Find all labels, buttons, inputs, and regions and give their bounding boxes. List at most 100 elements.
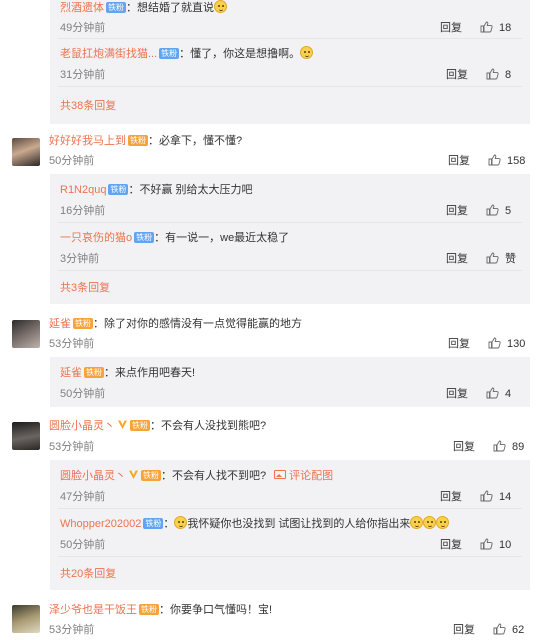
comment-time: 50分钟前: [49, 155, 95, 167]
comment-text: ：除了对你的感情没有一点觉得能赢的地方: [93, 318, 302, 330]
comment-time: 53分钟前: [49, 338, 95, 350]
fan-badge: 铁粉: [139, 604, 159, 615]
view-more-replies-link[interactable]: 共20条回复: [60, 567, 116, 581]
reply-text: ：有一说一，we最近太稳了: [154, 232, 290, 244]
fan-badge: 铁粉: [84, 367, 104, 378]
smile-emoji-icon: [174, 516, 188, 529]
reply-button[interactable]: 回复: [440, 490, 462, 504]
reply-time: 47分钟前: [60, 491, 106, 503]
like-count: 18: [499, 22, 512, 34]
divider: [58, 86, 522, 87]
fan-badge: 铁粉: [128, 135, 148, 146]
avatar[interactable]: [12, 422, 40, 450]
reply-button[interactable]: 回复: [446, 204, 468, 218]
reply-author[interactable]: 圆脸小晶灵丶: [60, 470, 126, 482]
reply-button[interactable]: 回复: [446, 387, 468, 401]
iron-fan-badge: 铁粉: [143, 518, 164, 529]
avatar[interactable]: [12, 138, 40, 166]
comment-item: 泽少爷也是干饭王 铁粉 ：你要争口气懂吗！宝! 53分钟前 回复 62: [0, 602, 540, 642]
iron-fan-badge: 铁粉: [159, 48, 180, 59]
reply-thread-top: 烈酒遗体 铁粉 ：想结婚了就直说 49分钟前 回复 18 老鼠扛炮满街找猫... 铁粉…: [50, 0, 530, 124]
like-button[interactable]: 89: [493, 440, 524, 454]
thumbs-up-icon: [480, 490, 493, 502]
fan-badge: 铁粉: [73, 318, 93, 329]
divider: [58, 556, 522, 557]
like-count: 10: [499, 539, 512, 551]
reply-button[interactable]: 回复: [453, 440, 475, 454]
image-icon: [274, 470, 287, 479]
divider: [58, 222, 522, 223]
avatar[interactable]: [12, 605, 40, 633]
comment-text: ：不会有人没找到熊吧?: [150, 420, 267, 432]
thumbs-up-icon: [486, 204, 499, 216]
reply-button[interactable]: 回复: [440, 21, 462, 35]
avatar[interactable]: [12, 320, 40, 348]
reply-text: ：不会有人找不到吧?: [161, 470, 267, 482]
thumbs-up-icon: [486, 68, 499, 80]
reply-author[interactable]: 一只哀伤的猫o: [60, 232, 132, 244]
comment-author[interactable]: 圆脸小晶灵丶: [49, 420, 115, 432]
smile-emoji-icon: [410, 516, 424, 529]
reply-button[interactable]: 回复: [446, 252, 468, 266]
reply-author[interactable]: 延雀: [60, 367, 82, 379]
like-button[interactable]: 8: [486, 68, 511, 82]
reply-author[interactable]: 烈酒遗体: [60, 2, 104, 14]
like-button[interactable]: 10: [480, 538, 511, 552]
reply-thread: 延雀 铁粉 ：来点作用吧春天! 50分钟前 回复 4: [50, 357, 530, 407]
comment-author[interactable]: 好好好我马上到: [49, 135, 126, 147]
reply-button[interactable]: 回复: [446, 68, 468, 82]
comment-image-link[interactable]: 评论配图: [289, 470, 333, 482]
reply-author[interactable]: R1N2quq: [60, 184, 106, 196]
thumbs-up-icon: [493, 623, 506, 635]
reply-time: 16分钟前: [60, 205, 106, 217]
like-button[interactable]: 14: [480, 490, 511, 504]
like-button[interactable]: 130: [488, 337, 525, 351]
like-count: 赞: [505, 253, 516, 265]
reply-button[interactable]: 回复: [448, 337, 470, 351]
thumbs-up-icon: [486, 252, 499, 264]
comment-time: 53分钟前: [49, 441, 95, 453]
fan-badge: 铁粉: [130, 420, 150, 431]
thumbs-up-icon: [488, 154, 501, 166]
reply-button[interactable]: 回复: [448, 154, 470, 168]
like-button[interactable]: 18: [480, 21, 511, 35]
comment-item: 延雀 铁粉 ：除了对你的感情没有一点觉得能赢的地方 53分钟前 回复 130 延雀铁…: [0, 316, 540, 410]
reply-thread: 圆脸小晶灵丶铁粉 ：不会有人找不到吧? 评论配图 47分钟前 回复 14 Whopp…: [50, 460, 530, 590]
thumbs-up-icon: [493, 440, 506, 452]
reply-time: 31分钟前: [60, 69, 106, 81]
comment-item: 圆脸小晶灵丶 铁粉 ：不会有人没找到熊吧? 53分钟前 回复 89 圆脸小晶灵丶 铁粉…: [0, 418, 540, 594]
smile-emoji-icon: [423, 516, 437, 529]
reply-time: 50分钟前: [60, 388, 106, 400]
vip-v-icon: [129, 470, 138, 479]
reply-time: 50分钟前: [60, 539, 106, 551]
reply-button[interactable]: 回复: [440, 538, 462, 552]
reply-text: ：不好赢 别给太大压力吧: [128, 184, 253, 196]
like-count: 14: [499, 491, 512, 503]
comment-author[interactable]: 泽少爷也是干饭王: [49, 604, 137, 616]
view-more-replies-link[interactable]: 共38条回复: [60, 99, 116, 113]
like-button[interactable]: 赞: [486, 252, 516, 266]
divider: [58, 38, 522, 39]
thumbs-up-icon: [480, 21, 493, 33]
reply-button[interactable]: 回复: [453, 623, 475, 637]
comment-text: ：必拿下，懂不懂?: [148, 135, 243, 147]
reply-text: ：懂了，你这是想撸啊。: [179, 48, 301, 60]
like-button[interactable]: 62: [493, 623, 524, 637]
reply-author[interactable]: Whopper202002: [60, 518, 141, 530]
thumbs-up-icon: [486, 387, 499, 399]
thumbs-up-icon: [488, 337, 501, 349]
reply-text: ：想结婚了就直说: [126, 2, 214, 14]
like-count: 8: [505, 69, 512, 81]
view-more-replies-link[interactable]: 共3条回复: [60, 281, 110, 295]
divider: [58, 508, 522, 509]
comment-text: ：你要争口气懂吗！宝!: [159, 604, 273, 616]
like-count: 5: [505, 205, 512, 217]
reply-time: 49分钟前: [60, 22, 106, 34]
reply-text: ：来点作用吧春天!: [104, 367, 196, 379]
like-button[interactable]: 4: [486, 387, 511, 401]
reply-author[interactable]: 老鼠扛炮满街找猫...: [60, 48, 157, 60]
reply-text: 我怀疑你也没找到 试图让找到的人给你指出来: [187, 518, 411, 530]
like-button[interactable]: 5: [486, 204, 511, 218]
like-button[interactable]: 158: [488, 154, 525, 168]
comment-author[interactable]: 延雀: [49, 318, 71, 330]
